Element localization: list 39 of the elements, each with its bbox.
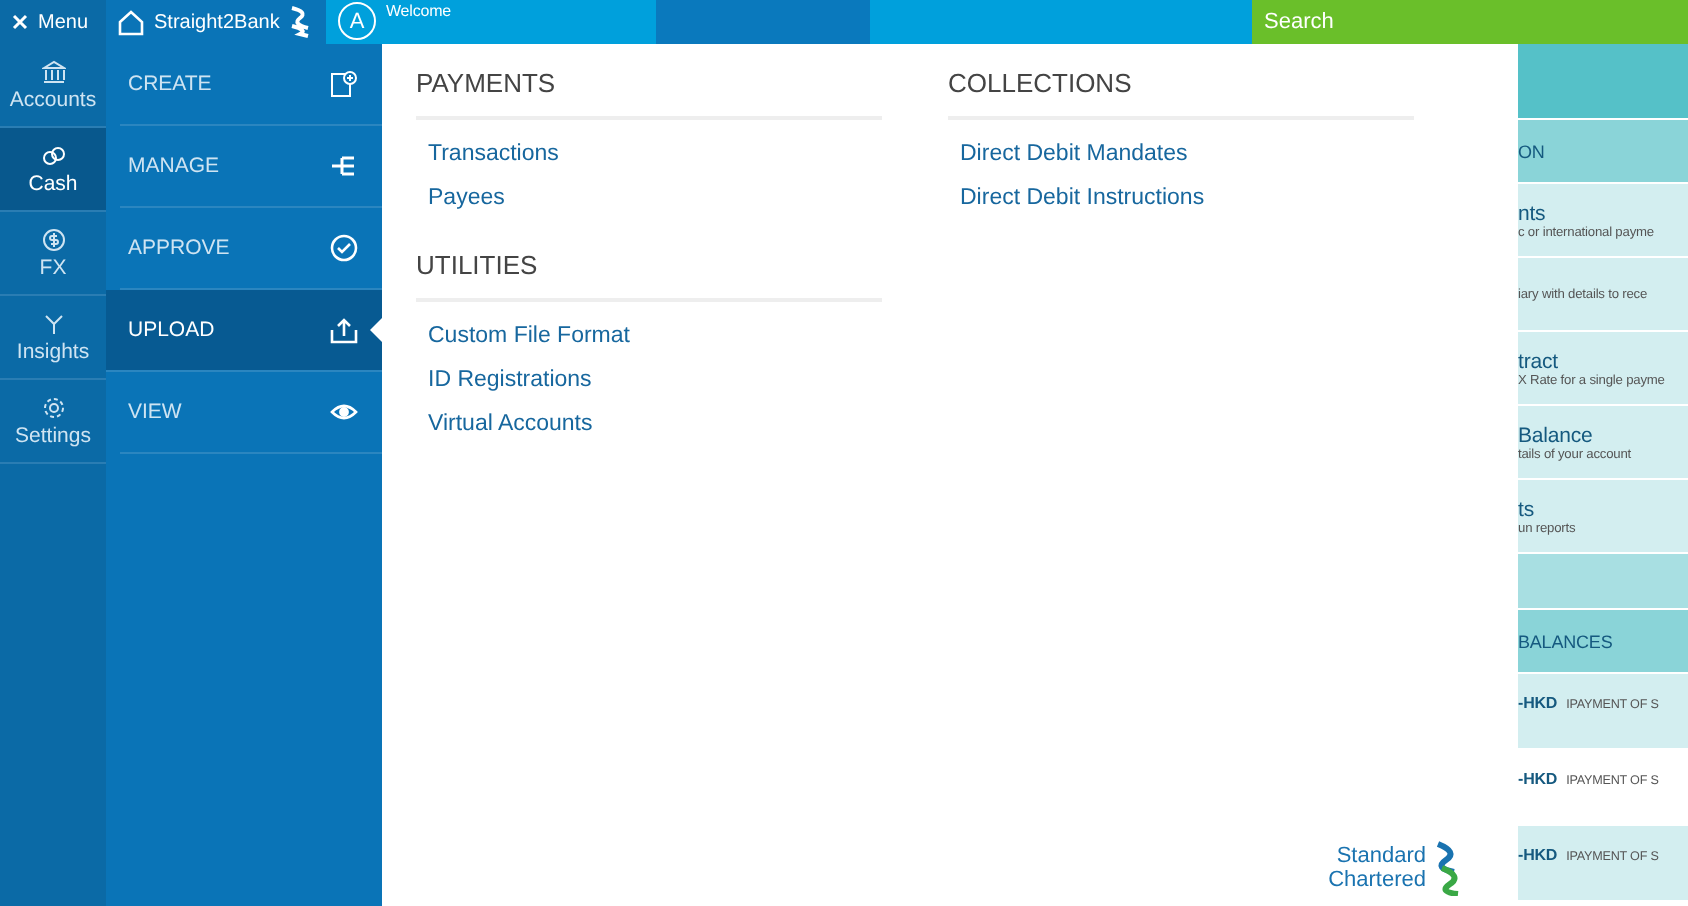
eye-icon — [330, 402, 358, 422]
bank-logo-icon — [1434, 840, 1462, 896]
menu-link[interactable]: Transactions — [416, 134, 948, 174]
settings-icon — [41, 395, 65, 419]
currency-code: -HKD — [1518, 694, 1558, 712]
item-title: nts — [1518, 201, 1548, 225]
bank-building-icon — [41, 59, 65, 83]
brand-name: Straight2Bank — [154, 11, 280, 33]
item-title: ts — [1518, 497, 1536, 521]
item-title: Balance — [1518, 423, 1595, 447]
currency-code: -HKD — [1518, 846, 1558, 864]
upload-icon — [330, 316, 358, 344]
hierarchy-icon — [330, 152, 358, 180]
close-icon — [12, 14, 28, 30]
header-text: ON — [1518, 141, 1547, 161]
branch-icon — [41, 311, 65, 335]
section-heading: UTILITIES — [416, 250, 882, 302]
submenu-item[interactable]: UPLOAD — [106, 290, 382, 372]
coins-icon — [41, 143, 65, 167]
company-logo-text: Standard Chartered — [1328, 843, 1426, 893]
section-heading: COLLECTIONS — [948, 68, 1414, 120]
menu-link[interactable]: Direct Debit Instructions — [948, 178, 1480, 218]
item-title: tract — [1518, 349, 1560, 373]
currency-code: -HKD — [1518, 770, 1558, 788]
currency-exchange-icon — [41, 227, 65, 251]
check-circle-icon — [330, 234, 358, 262]
menu-link[interactable]: Custom File Format — [416, 316, 948, 356]
stripes-logo-icon — [289, 6, 310, 38]
add-document-icon — [330, 70, 358, 98]
section-heading: PAYMENTS — [416, 68, 882, 120]
menu-link[interactable]: Virtual Accounts — [416, 404, 948, 444]
menu-link[interactable]: Direct Debit Mandates — [948, 134, 1480, 174]
welcome-text: Welcome — [386, 2, 451, 20]
home-icon — [118, 9, 144, 35]
menu-button[interactable]: Menu — [0, 0, 106, 44]
nav-item[interactable]: Cash — [0, 128, 106, 212]
header-text: BALANCES — [1518, 631, 1615, 651]
menu-link[interactable]: ID Registrations — [416, 360, 948, 400]
menu-link[interactable]: Payees — [416, 178, 948, 218]
